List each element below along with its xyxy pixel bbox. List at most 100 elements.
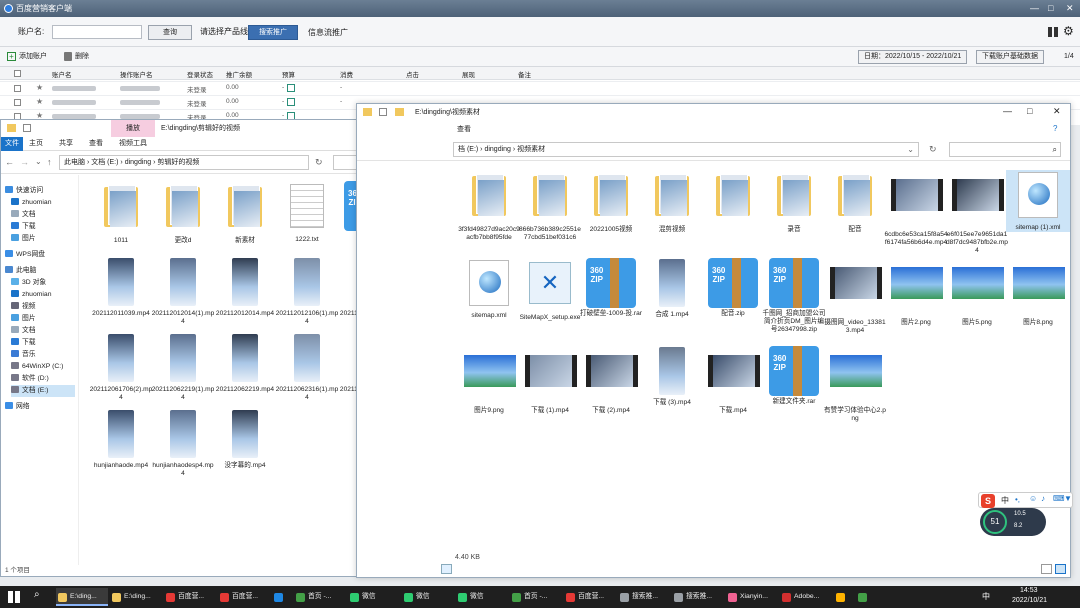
file-item[interactable]: 1011 <box>89 181 153 245</box>
punctuation-icon[interactable]: •, <box>1015 495 1020 504</box>
file-item[interactable]: 图片2.png <box>884 258 948 327</box>
taskbar-item[interactable] <box>834 588 854 606</box>
tab-play[interactable]: 播放 <box>111 120 155 137</box>
search-icon[interactable]: ⌕ <box>34 589 40 600</box>
taskbar-item[interactable]: 百度营... <box>564 588 616 606</box>
tab-file[interactable]: 文件 <box>1 137 23 151</box>
ime-tray-label[interactable]: 中 <box>982 591 990 602</box>
large-icons-view-icon[interactable] <box>1055 564 1066 574</box>
nav-item[interactable]: 文档 <box>11 325 36 337</box>
nav-item[interactable]: 下载 <box>11 221 36 233</box>
taskbar-item[interactable]: Xianyin... <box>726 588 778 606</box>
crumb[interactable]: 视频素材 <box>517 146 545 153</box>
file-item[interactable]: 202112012106(1).mp4 <box>275 257 339 326</box>
file-item[interactable]: hunjianhaodesp4.mp4 <box>151 409 215 478</box>
file-item[interactable]: 合成 1.mp4 <box>640 258 704 319</box>
taskbar-item[interactable]: 百度营... <box>164 588 216 606</box>
file-item[interactable]: 202112012014.mp4 <box>213 257 277 318</box>
taskbar-item[interactable]: 搜索推... <box>672 588 724 606</box>
star-icon[interactable]: ★ <box>36 97 43 106</box>
refresh-icon[interactable]: ↻ <box>929 144 937 155</box>
taskbar-item[interactable]: 微信 <box>456 588 508 606</box>
up-icon[interactable]: ↑ <box>47 157 52 167</box>
minimize-icon[interactable]: — <box>1003 106 1012 116</box>
taskbar-item[interactable]: 百度营... <box>218 588 270 606</box>
taskbar-item[interactable] <box>856 588 876 606</box>
mic-icon[interactable]: ♪ <box>1041 494 1045 503</box>
file-item[interactable]: 录音 <box>762 170 826 234</box>
file-item[interactable] <box>701 170 765 226</box>
maximize-icon[interactable]: □ <box>1048 0 1053 17</box>
gear-icon[interactable]: ⚙ <box>1063 24 1074 38</box>
nav-item[interactable]: 3D 对象 <box>11 277 46 289</box>
nav-item[interactable]: 文档 <box>11 209 36 221</box>
file-item[interactable]: 图片5.png <box>945 258 1009 327</box>
file-item[interactable]: 图片9.png <box>457 346 521 415</box>
ime-language[interactable]: 中 <box>1001 495 1009 506</box>
file-item[interactable]: hunjianhaode.mp4 <box>89 409 153 470</box>
w1-breadcrumb[interactable]: 此电脑 › 文档 (E:) › dingding › 剪辑好的视频 <box>59 155 309 170</box>
file-item[interactable]: 202112061706(2).mp4 <box>89 333 153 402</box>
nav-item-selected[interactable]: 文档 (E:) <box>11 385 75 397</box>
file-item[interactable]: 下载 (3).mp4 <box>640 346 704 407</box>
nav-item[interactable]: 图片 <box>11 313 36 325</box>
tab-share[interactable]: 共享 <box>59 137 73 151</box>
nav-item[interactable]: 图片 <box>11 233 36 245</box>
nav-quick-access[interactable]: 快速访问 <box>5 185 43 197</box>
file-item[interactable]: 没字幕的.mp4 <box>213 409 277 470</box>
nav-this-pc[interactable]: 此电脑 <box>5 265 36 277</box>
emoji-icon[interactable]: ☺ <box>1029 494 1037 503</box>
file-item[interactable]: 下载.mp4 <box>701 346 765 415</box>
forward-icon[interactable]: → <box>20 157 29 167</box>
sogou-ime-icon[interactable]: S <box>981 494 995 508</box>
file-item[interactable]: 新素材 <box>213 181 277 245</box>
date-range-button[interactable]: 日期：2022/10/15 - 2022/10/21 <box>858 50 968 64</box>
account-input[interactable] <box>52 25 142 39</box>
nav-item[interactable]: 64WinXP (C:) <box>11 361 63 373</box>
file-item[interactable]: 20221005视频 <box>579 170 643 234</box>
star-icon[interactable]: ★ <box>36 83 43 92</box>
file-item[interactable]: 202112062316(1).mp4 <box>275 333 339 402</box>
nav-item[interactable]: zhuomian <box>11 197 51 209</box>
file-item[interactable]: 202112012014(1).mp4 <box>151 257 215 326</box>
file-item[interactable]: 配音.zip <box>701 258 765 318</box>
w2-search-input[interactable]: ⌕ <box>949 142 1061 157</box>
taskbar-item[interactable]: 微信 <box>348 588 400 606</box>
nav-wps[interactable]: WPS网盘 <box>5 249 45 261</box>
file-item[interactable]: 1222.txt <box>275 181 339 244</box>
select-all-checkbox[interactable] <box>14 70 21 77</box>
nav-item[interactable]: 软件 (D:) <box>11 373 49 385</box>
table-row[interactable]: ★ 未登录 0.00 - - <box>0 81 1080 95</box>
taskbar-item[interactable]: 微信 <box>402 588 454 606</box>
taskbar-item[interactable]: 首页 -... <box>510 588 562 606</box>
crumb[interactable]: dingding <box>125 159 151 166</box>
taskbar-item[interactable]: Adobe... <box>780 588 832 606</box>
file-item[interactable]: 202112062219(1).mp4 <box>151 333 215 402</box>
properties-icon[interactable] <box>379 108 387 116</box>
taskbar-item[interactable] <box>272 588 292 606</box>
nav-item[interactable]: zhuomian <box>11 289 51 301</box>
chevron-down-icon[interactable]: ⌄ <box>907 143 914 156</box>
edit-icon[interactable] <box>287 98 295 106</box>
tab-view[interactable]: 查看 <box>457 123 471 137</box>
file-item[interactable]: ✕ SiteMapX_setup.exe <box>518 258 582 322</box>
grid-view-icon[interactable] <box>1048 27 1058 37</box>
taskbar-item[interactable]: E:\ding... <box>110 588 162 606</box>
close-icon[interactable]: ✕ <box>1066 0 1074 17</box>
file-item[interactable]: 202112011039.mp4 <box>89 257 153 318</box>
properties-icon[interactable] <box>23 124 31 132</box>
nav-item[interactable]: 视频 <box>11 301 36 313</box>
nav-item[interactable]: 音乐 <box>11 349 36 361</box>
file-item[interactable]: 866b736b389c2551e77cbd51bef031c6 <box>518 170 582 242</box>
delete-button[interactable]: 删除 <box>75 47 89 67</box>
windows-start-icon[interactable] <box>8 591 20 603</box>
crumb[interactable]: 剪辑好的视频 <box>157 159 199 166</box>
download-data-button[interactable]: 下载账户基础数据 <box>976 50 1044 64</box>
network-speed-widget[interactable]: 51 10.5 8.2 <box>980 508 1046 536</box>
recent-chevron-icon[interactable]: ⌄ <box>35 157 42 166</box>
row-checkbox[interactable] <box>14 85 21 92</box>
file-item[interactable]: 千图网_招商加盟公司简介折页DM_图片编号26347998.zip <box>762 258 826 334</box>
taskbar-item[interactable]: 首页 -... <box>294 588 346 606</box>
file-item[interactable]: 6cdbc6e53ca15f8a54f6174fa56b6d4e.mp4 <box>884 170 948 247</box>
new-folder-icon[interactable] <box>395 108 404 116</box>
